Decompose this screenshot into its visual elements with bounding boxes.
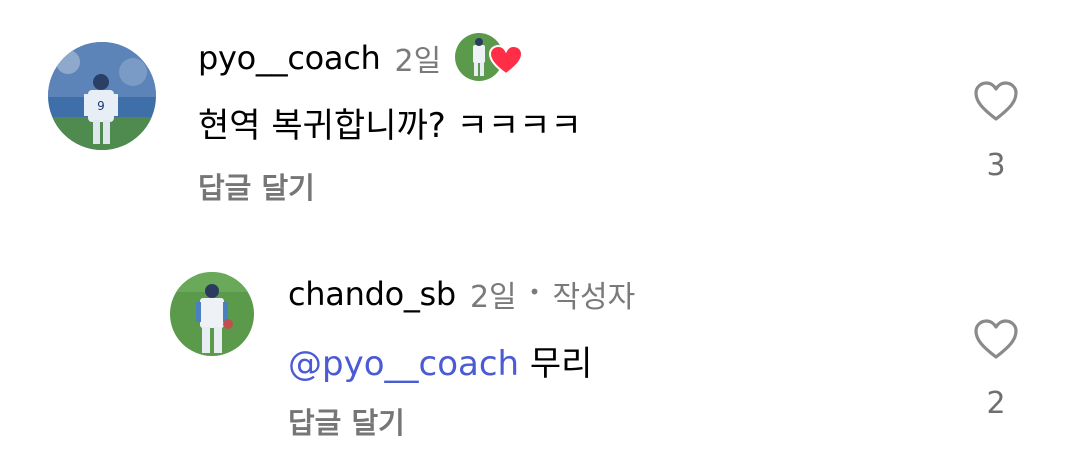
comment-meta: pyo__coach 2일 xyxy=(198,33,524,83)
like-count: 2 xyxy=(986,386,1006,421)
comment-text: 현역 복귀합니까? ㅋㅋㅋㅋ xyxy=(198,106,582,146)
reply-button[interactable]: 답글 달기 xyxy=(198,165,315,207)
timestamp: 2일 xyxy=(394,44,442,79)
svg-text:9: 9 xyxy=(97,99,105,113)
comment-text: @pyo__coach 무리 xyxy=(288,336,592,385)
red-heart-icon xyxy=(489,45,524,75)
like-column: 2 xyxy=(966,318,1026,421)
username[interactable]: pyo__coach xyxy=(198,39,381,77)
separator-dot: • xyxy=(528,280,541,304)
avatar[interactable]: 9 xyxy=(48,42,156,150)
username[interactable]: chando_sb xyxy=(288,275,456,313)
heart-outline-icon[interactable] xyxy=(973,80,1019,122)
creator-liked-badge xyxy=(455,33,524,83)
avatar[interactable] xyxy=(170,272,254,356)
mention-link[interactable]: @pyo__coach xyxy=(288,344,519,384)
reply-text: 무리 xyxy=(529,344,593,384)
like-column: 3 xyxy=(966,80,1026,183)
like-count: 3 xyxy=(986,148,1006,183)
author-tag: 작성자 xyxy=(552,280,636,315)
timestamp: 2일 xyxy=(469,280,517,315)
comment-meta: chando_sb 2일 • 작성자 xyxy=(288,272,635,316)
reply-button[interactable]: 답글 달기 xyxy=(288,400,405,442)
heart-outline-icon[interactable] xyxy=(973,318,1019,360)
